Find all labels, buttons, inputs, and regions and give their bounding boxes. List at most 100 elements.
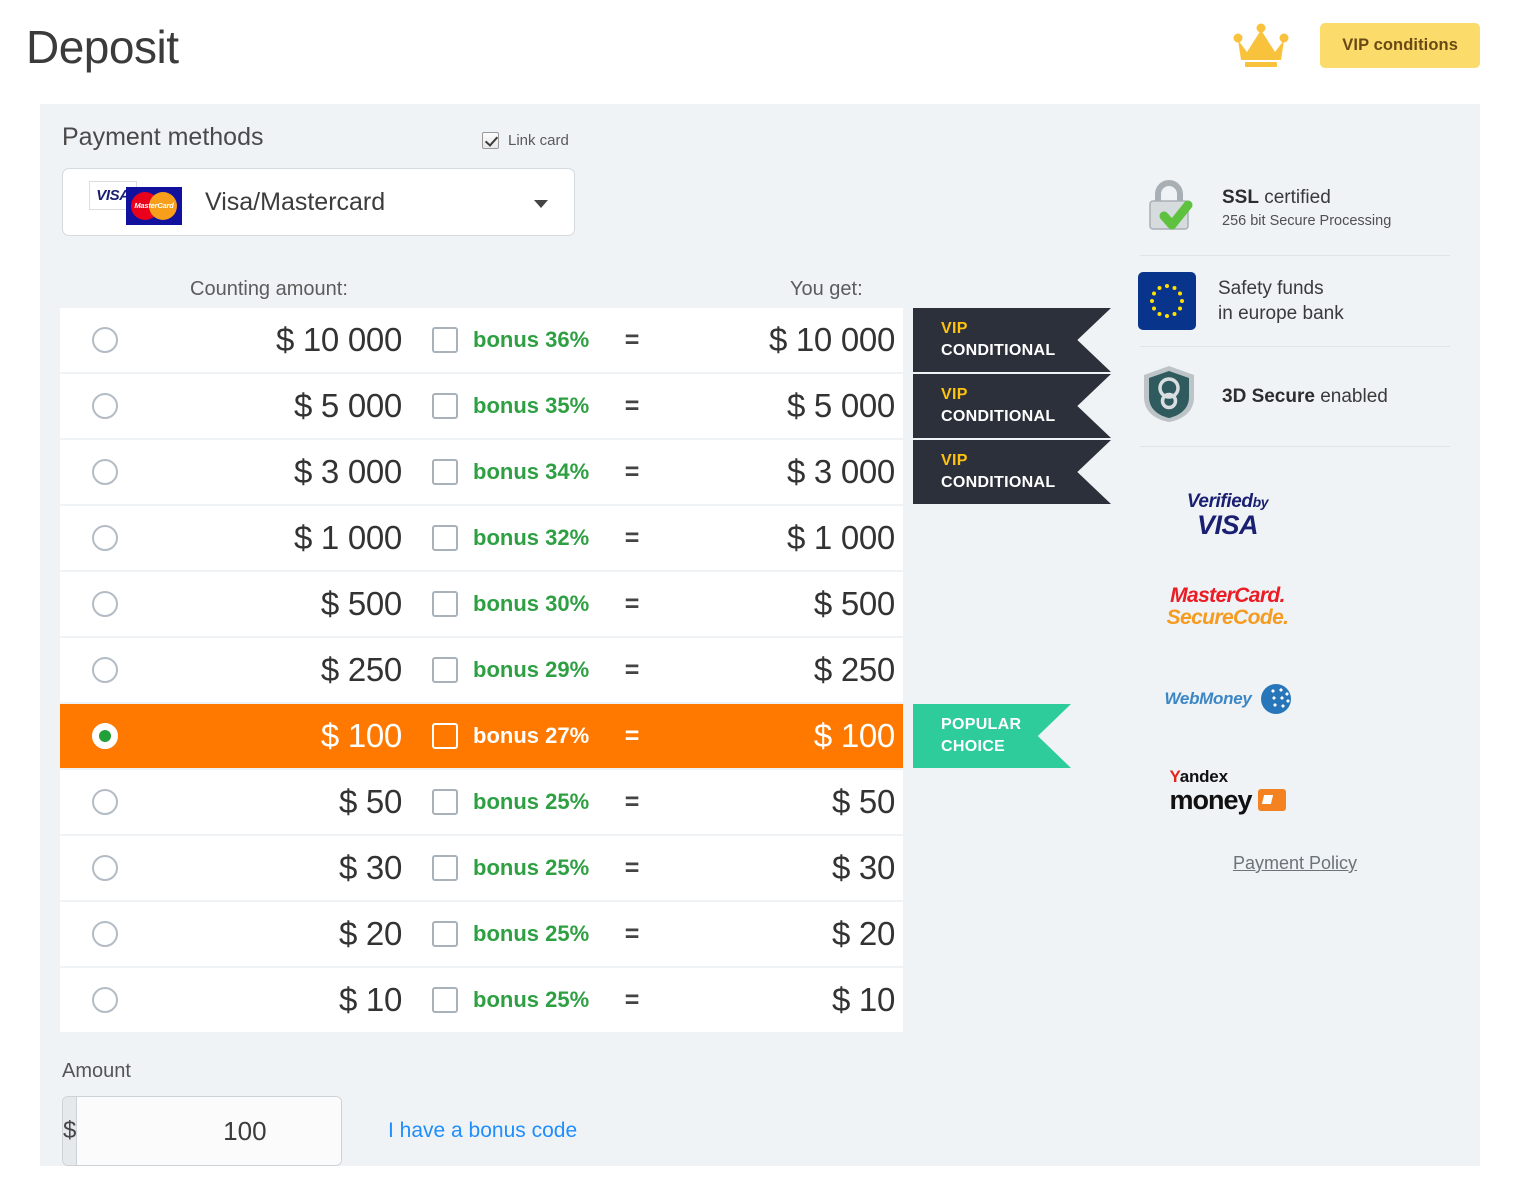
equals-sign: = — [624, 655, 640, 684]
bonus-checkbox[interactable] — [432, 657, 458, 683]
logo-cell: MasterCard. SecureCode. — [1150, 561, 1305, 653]
mastercard-securecode-logo: MasterCard. SecureCode. — [1167, 584, 1289, 629]
badge-line-2: CHOICE — [941, 738, 1006, 755]
webmoney-globe-icon — [1260, 684, 1291, 714]
deposit-radio[interactable] — [92, 459, 118, 485]
deposit-row[interactable]: $ 100 bonus 27% = $ 100 POPULAR CHOICE — [60, 704, 1080, 768]
payment-method-select[interactable]: VISA MasterCard Visa/Mastercard — [62, 168, 575, 236]
deposit-row-content[interactable]: $ 10 bonus 25% = $ 10 — [60, 968, 903, 1032]
shield-icon — [1138, 363, 1200, 430]
bonus-checkbox[interactable] — [432, 327, 458, 353]
trust-text-ssl: SSL certified 256 bit Secure Processing — [1222, 185, 1391, 229]
ssl-subtitle: 256 bit Secure Processing — [1222, 212, 1392, 229]
bonus-percent-label: bonus 34% — [473, 459, 590, 484]
trust-text-safety-funds: Safety funds in europe bank — [1218, 276, 1344, 326]
deposit-pay-amount: $ 50 — [338, 783, 402, 820]
payment-policy-link[interactable]: Payment Policy — [1132, 853, 1458, 874]
badge-line-1: VIP — [941, 452, 968, 469]
deposit-row-content[interactable]: $ 3 000 bonus 34% = $ 3 000 — [60, 440, 903, 504]
currency-symbol: $ — [63, 1097, 78, 1165]
badge-line-1: POPULAR — [941, 716, 1022, 733]
deposit-row[interactable]: $ 250 bonus 29% = $ 250 — [60, 638, 1080, 702]
amount-input-row: $ I have a bonus code — [62, 1096, 577, 1166]
deposit-radio[interactable] — [92, 987, 118, 1013]
deposit-row-content[interactable]: $ 50 bonus 25% = $ 50 — [60, 770, 903, 834]
deposit-row[interactable]: $ 50 bonus 25% = $ 50 — [60, 770, 1080, 834]
ssl-bold: SSL — [1222, 186, 1259, 208]
bonus-checkbox[interactable] — [432, 789, 458, 815]
bonus-checkbox[interactable] — [432, 987, 458, 1013]
badge-line-2: CONDITIONAL — [941, 342, 1056, 359]
deposit-row-content[interactable]: $ 100 bonus 27% = $ 100 — [60, 704, 903, 768]
yandex-y: Y — [1169, 767, 1180, 786]
verified-by-visa-logo: Verifiedby VISA — [1186, 490, 1269, 539]
deposit-radio[interactable] — [92, 723, 118, 749]
equals-sign: = — [624, 787, 640, 816]
wallet-icon — [1257, 789, 1286, 811]
yandex-rest: andex — [1179, 767, 1228, 786]
deposit-row-content[interactable]: $ 1 000 bonus 32% = $ 1 000 — [60, 506, 903, 570]
deposit-get-amount: $ 30 — [831, 849, 895, 886]
bonus-percent-label: bonus 29% — [473, 657, 590, 682]
chevron-down-icon[interactable] — [534, 200, 548, 208]
payment-methods-heading: Payment methods — [62, 123, 264, 151]
deposit-row[interactable]: $ 20 bonus 25% = $ 20 — [60, 902, 1080, 966]
deposit-row[interactable]: $ 5 000 bonus 35% = $ 5 000 VIP CONDITIONAL — [60, 374, 1111, 438]
equals-sign: = — [624, 589, 640, 618]
equals-sign: = — [624, 391, 640, 420]
link-card-checkbox[interactable] — [482, 132, 499, 149]
link-card-option[interactable]: Link card — [482, 132, 569, 149]
deposit-radio[interactable] — [92, 393, 118, 419]
secure-title: 3D Secure enabled — [1222, 384, 1388, 409]
deposit-row-content[interactable]: $ 500 bonus 30% = $ 500 — [60, 572, 903, 636]
deposit-pay-amount: $ 3 000 — [293, 453, 402, 490]
header-actions: VIP conditions — [1232, 22, 1480, 68]
bonus-percent-label: bonus 25% — [473, 789, 590, 814]
deposit-row[interactable]: $ 1 000 bonus 32% = $ 1 000 — [60, 506, 1080, 570]
bonus-code-link[interactable]: I have a bonus code — [388, 1119, 577, 1143]
bonus-checkbox[interactable] — [432, 855, 458, 881]
deposit-row-content[interactable]: $ 30 bonus 25% = $ 30 — [60, 836, 903, 900]
badge-line-1: VIP — [941, 320, 968, 337]
bonus-checkbox[interactable] — [432, 393, 458, 419]
deposit-get-amount: $ 3 000 — [786, 453, 895, 490]
deposit-get-amount: $ 10 — [831, 981, 895, 1018]
webmoney-wordmark: WebMoney — [1164, 689, 1252, 708]
equals-sign: = — [624, 919, 640, 948]
logo-cell: Yandex money — [1150, 745, 1305, 837]
deposit-row[interactable]: $ 10 000 bonus 36% = $ 10 000 VIP CONDITIONAL — [60, 308, 1111, 372]
deposit-radio[interactable] — [92, 591, 118, 617]
crown-icon — [1232, 22, 1290, 68]
deposit-pay-amount: $ 5 000 — [293, 387, 402, 424]
column-header-you-get: You get: — [790, 278, 863, 300]
trust-sidebar: SSL certified 256 bit Secure Processing — [1132, 158, 1458, 874]
deposit-row-content[interactable]: $ 250 bonus 29% = $ 250 — [60, 638, 903, 702]
vbv-line1: Verified — [1186, 490, 1253, 512]
bonus-checkbox[interactable] — [432, 723, 458, 749]
deposit-row[interactable]: $ 500 bonus 30% = $ 500 — [60, 572, 1080, 636]
deposit-row-content[interactable]: $ 5 000 bonus 35% = $ 5 000 — [60, 374, 903, 438]
yandex-money-word: money — [1169, 785, 1252, 815]
bonus-checkbox[interactable] — [432, 459, 458, 485]
deposit-row-content[interactable]: $ 20 bonus 25% = $ 20 — [60, 902, 903, 966]
deposit-row[interactable]: $ 30 bonus 25% = $ 30 — [60, 836, 1080, 900]
deposit-row[interactable]: $ 3 000 bonus 34% = $ 3 000 VIP CONDITIONAL — [60, 440, 1111, 504]
bonus-checkbox[interactable] — [432, 921, 458, 947]
deposit-radio[interactable] — [92, 855, 118, 881]
deposit-radio[interactable] — [92, 525, 118, 551]
page-header: Deposit VIP conditions — [0, 0, 1520, 104]
bonus-checkbox[interactable] — [432, 591, 458, 617]
deposit-panel: Payment methods Link card VISA MasterCar… — [40, 104, 1480, 1166]
bonus-checkbox[interactable] — [432, 525, 458, 551]
deposit-radio[interactable] — [92, 657, 118, 683]
deposit-radio[interactable] — [92, 789, 118, 815]
bonus-percent-label: bonus 25% — [473, 987, 590, 1012]
deposit-radio[interactable] — [92, 921, 118, 947]
deposit-row-content[interactable]: $ 10 000 bonus 36% = $ 10 000 — [60, 308, 903, 372]
bonus-percent-label: bonus 35% — [473, 393, 590, 418]
amount-input[interactable] — [77, 1097, 341, 1165]
vip-conditions-button[interactable]: VIP conditions — [1320, 22, 1480, 68]
deposit-radio[interactable] — [92, 327, 118, 353]
deposit-row[interactable]: $ 10 bonus 25% = $ 10 — [60, 968, 1080, 1032]
bonus-percent-label: bonus 25% — [473, 921, 590, 946]
